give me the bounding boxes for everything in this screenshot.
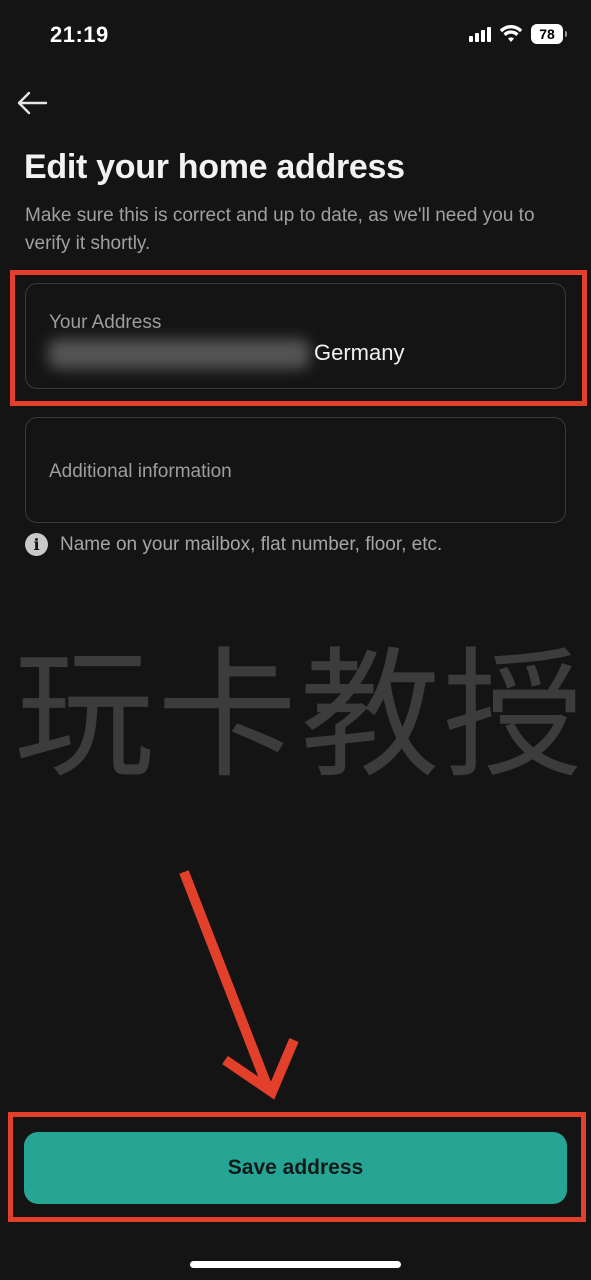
hint-text: Name on your mailbox, flat number, floor… bbox=[60, 533, 443, 555]
page-title: Edit your home address bbox=[24, 148, 405, 186]
page-subtitle: Make sure this is correct and up to date… bbox=[25, 205, 535, 254]
wifi-icon bbox=[499, 25, 523, 42]
address-highlight-box bbox=[10, 270, 587, 406]
watermark: 玩卡教授 bbox=[14, 635, 587, 798]
home-indicator[interactable] bbox=[190, 1261, 401, 1268]
back-button[interactable] bbox=[12, 86, 52, 120]
status-icons: 78 bbox=[469, 24, 567, 44]
status-time: 21:19 bbox=[50, 22, 109, 47]
battery-icon: 78 bbox=[531, 24, 567, 44]
additional-info-placeholder: Additional information bbox=[49, 461, 232, 482]
additional-info-field[interactable]: Additional information bbox=[25, 417, 566, 523]
signal-icon bbox=[469, 26, 491, 42]
battery-level: 78 bbox=[539, 26, 555, 42]
field-hint: i Name on your mailbox, flat number, flo… bbox=[25, 533, 442, 556]
info-icon: i bbox=[25, 533, 48, 556]
annotation-arrow-icon bbox=[179, 870, 299, 1100]
save-address-button[interactable]: Save address bbox=[24, 1132, 567, 1204]
arrow-left-icon bbox=[17, 91, 48, 115]
